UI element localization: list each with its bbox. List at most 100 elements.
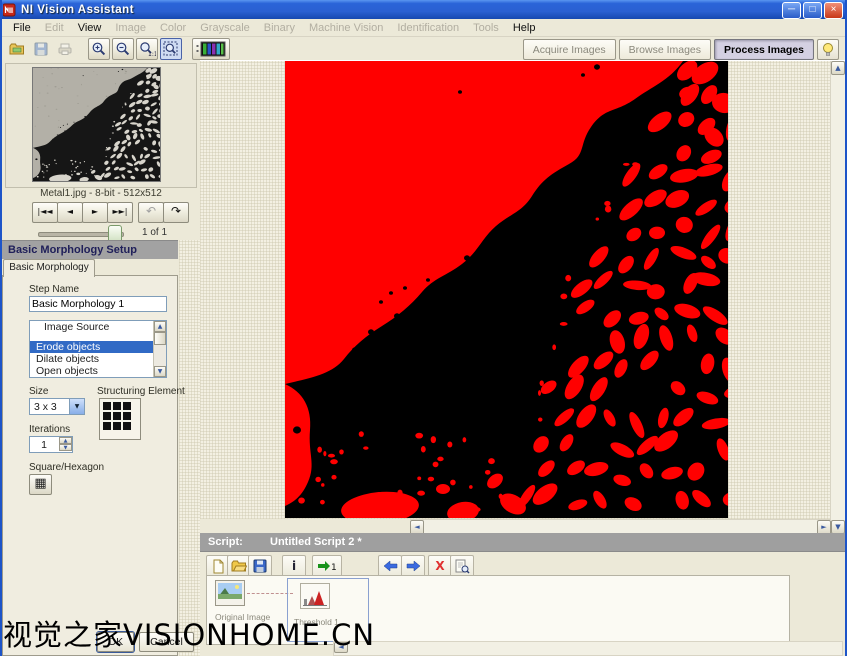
operation-list-scrollbar[interactable]: ▲ ▼ <box>153 321 166 377</box>
process-images-button[interactable]: Process Images <box>714 39 814 60</box>
step-info-button[interactable]: i <box>282 555 306 577</box>
operation-list: Image Source Erode objects Dilate object… <box>29 320 167 378</box>
zoom-in-icon <box>91 41 107 57</box>
se-cell[interactable] <box>103 402 111 410</box>
step-backward-button[interactable] <box>378 555 402 577</box>
list-item-erode-objects[interactable]: Erode objects <box>30 341 166 353</box>
menu-help[interactable]: Help <box>506 21 543 35</box>
list-item-image-source[interactable]: Image Source <box>30 321 166 333</box>
last-image-button[interactable]: ►►| <box>107 202 133 223</box>
scroll-down-icon[interactable]: ▼ <box>831 520 845 534</box>
setup-panel-body: Step Name Image Source Erode objects Dil… <box>2 275 178 656</box>
se-cell[interactable] <box>103 412 111 420</box>
report-magnifier-icon <box>455 559 470 574</box>
minimize-button[interactable]: ─ <box>782 2 801 19</box>
display-status-row: 512x512 1.37X 1(0,0) ◄ ► <box>200 519 831 534</box>
scroll-up-icon[interactable]: ▲ <box>831 61 845 75</box>
se-cell[interactable] <box>113 412 121 420</box>
redo-arrow-button[interactable]: ↷ <box>163 202 189 223</box>
setup-panel-title: Basic Morphology Setup <box>2 240 178 259</box>
save-disk-icon <box>34 42 48 56</box>
previous-image-button[interactable]: ◄ <box>57 202 83 223</box>
zoom-one-to-one-button[interactable]: 1:1 <box>136 38 158 60</box>
folder-open-icon <box>9 42 25 56</box>
print-image-button <box>54 38 76 60</box>
se-cell[interactable] <box>123 412 131 420</box>
browse-images-button[interactable]: Browse Images <box>619 39 711 60</box>
script-horizontal-scrollbar[interactable]: ◄ <box>333 641 843 656</box>
ni-vision-assistant-window: NI Vision Assistant ─ □ × File Edit View… <box>0 0 847 656</box>
script-name: Untitled Script 2 * <box>270 533 362 551</box>
open-image-button[interactable] <box>6 38 28 60</box>
zoom-in-button[interactable] <box>88 38 110 60</box>
size-value: 3 x 3 <box>34 401 57 413</box>
menu-bar: File Edit View Image Color Grayscale Bin… <box>2 19 845 37</box>
menu-view[interactable]: View <box>71 21 109 35</box>
se-cell[interactable] <box>113 422 121 430</box>
panel-side-texture <box>179 240 200 656</box>
chevron-down-icon[interactable]: ▼ <box>69 399 84 414</box>
help-button[interactable] <box>817 39 839 60</box>
window-border-left <box>0 0 2 656</box>
zoom-out-icon <box>115 41 131 57</box>
reference-panel: Metal1.jpg - 8-bit - 512x512 |◄◄ ◄ ► ►►|… <box>2 60 200 656</box>
window-title: NI Vision Assistant <box>21 4 134 16</box>
tab-basic-morphology[interactable]: Basic Morphology <box>3 259 95 277</box>
folder-open-icon <box>231 559 247 573</box>
scroll-down-icon[interactable]: ▼ <box>154 366 166 377</box>
printer-icon <box>57 42 73 56</box>
iterations-label: Iterations <box>29 424 70 435</box>
svg-text:1:1: 1:1 <box>148 51 156 57</box>
se-cell[interactable] <box>113 402 121 410</box>
title-bar: NI Vision Assistant ─ □ × <box>0 0 847 19</box>
zoom-to-fit-icon <box>163 41 179 57</box>
zoom-to-fit-button[interactable] <box>160 38 182 60</box>
scroll-up-icon[interactable]: ▲ <box>154 321 166 332</box>
list-item-dilate-objects[interactable]: Dilate objects <box>30 353 166 365</box>
menu-color: Color <box>153 21 193 35</box>
spin-up-icon[interactable]: ▲ <box>59 437 72 444</box>
palette-button[interactable] <box>192 38 230 60</box>
square-hexagon-toggle[interactable]: ▦ <box>29 474 52 495</box>
save-image-button <box>30 38 52 60</box>
image-thumbnail-icon <box>215 580 245 606</box>
se-cell[interactable] <box>103 422 111 430</box>
se-cell[interactable] <box>123 402 131 410</box>
scrollbar-thumb[interactable] <box>154 332 166 345</box>
save-script-button[interactable] <box>248 555 272 577</box>
menu-machine-vision: Machine Vision <box>302 21 390 35</box>
list-item-open-objects[interactable]: Open objects <box>30 365 166 377</box>
info-icon: i <box>292 559 296 573</box>
structuring-element-grid[interactable] <box>99 398 141 440</box>
lightbulb-icon <box>822 42 834 58</box>
maximize-button[interactable]: □ <box>803 2 822 19</box>
list-item-blank <box>30 333 166 341</box>
acquire-images-button[interactable]: Acquire Images <box>523 39 616 60</box>
main-toolbar: 1:1 <box>2 37 845 61</box>
performance-meter-button[interactable] <box>450 555 474 577</box>
spin-down-icon[interactable]: ▼ <box>59 444 72 451</box>
reference-image-thumbnail[interactable] <box>33 68 160 181</box>
color-palette-icon <box>196 41 226 57</box>
next-image-button[interactable]: ► <box>82 202 108 223</box>
processed-binary-image[interactable] <box>285 61 728 518</box>
se-cell[interactable] <box>123 422 131 430</box>
size-dropdown[interactable]: 3 x 3 ▼ <box>29 398 85 415</box>
image-display-canvas <box>200 61 831 519</box>
iterations-stepper[interactable]: 1 ▲ ▼ <box>29 436 73 453</box>
display-vertical-scrollbar[interactable]: ▲ ▼ <box>830 61 845 534</box>
square-hexagon-label: Square/Hexagon <box>29 462 104 473</box>
close-button[interactable]: × <box>824 2 843 19</box>
menu-identification: Identification <box>390 21 466 35</box>
image-position-label: 1 of 1 <box>142 227 167 238</box>
delete-step-button[interactable]: X <box>428 555 452 577</box>
arrow-left-icon <box>383 560 398 572</box>
new-page-icon <box>211 559 225 574</box>
main-area: ▲ ▼ 512x512 1.37X 1(0,0) ◄ ► Script: Unt… <box>200 60 845 656</box>
menu-file[interactable]: File <box>6 21 38 35</box>
zoom-out-button[interactable] <box>112 38 134 60</box>
step-forward-button[interactable] <box>401 555 425 577</box>
run-once-button[interactable]: 1 <box>312 555 342 577</box>
step-name-input[interactable] <box>29 296 167 312</box>
first-image-button[interactable]: |◄◄ <box>32 202 58 223</box>
